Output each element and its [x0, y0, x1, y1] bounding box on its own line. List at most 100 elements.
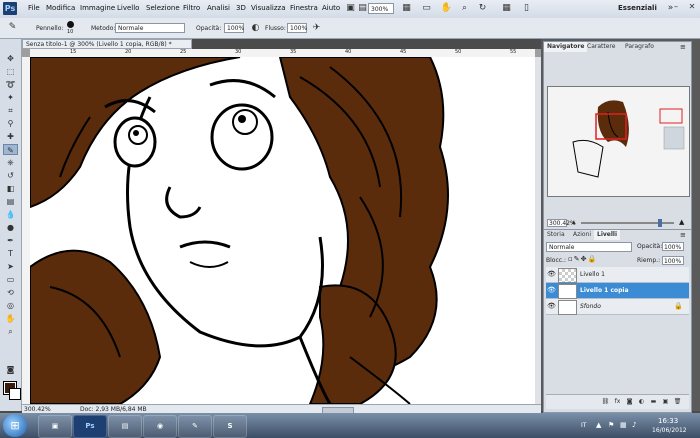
close-icon[interactable]: ✕: [684, 1, 700, 13]
background-color-swatch[interactable]: [9, 388, 21, 400]
fill-field[interactable]: 100%: [662, 256, 684, 265]
blend-mode-select[interactable]: Normale: [546, 242, 632, 252]
minimize-icon[interactable]: –: [668, 1, 684, 13]
layer-style-icon[interactable]: fx: [613, 397, 622, 406]
quick-selection-tool-icon[interactable]: ✦: [3, 92, 18, 103]
clock-time[interactable]: 16:33: [658, 417, 678, 425]
quick-mask-icon[interactable]: ◙: [3, 364, 18, 375]
eye-icon[interactable]: 👁: [547, 270, 556, 279]
history-brush-tool-icon[interactable]: ↺: [3, 170, 18, 181]
document-icon[interactable]: ▯: [520, 3, 533, 14]
path-selection-tool-icon[interactable]: ➤: [3, 261, 18, 272]
gradient-tool-icon[interactable]: ▤: [3, 196, 18, 207]
new-layer-icon[interactable]: ▣: [661, 397, 670, 406]
type-tool-icon[interactable]: T: [3, 248, 18, 259]
shape-tool-icon[interactable]: ▭: [3, 274, 18, 285]
language-indicator[interactable]: IT: [581, 422, 586, 429]
add-mask-icon[interactable]: ◙: [625, 397, 634, 406]
blur-tool-icon[interactable]: 💧: [3, 209, 18, 220]
volume-icon[interactable]: ♪: [632, 421, 636, 429]
zoom-in-icon[interactable]: ▲: [679, 218, 684, 226]
menu-modifica[interactable]: Modifica: [46, 4, 75, 12]
dodge-tool-icon[interactable]: ●: [3, 222, 18, 233]
navigator-zoom-knob[interactable]: [658, 219, 662, 227]
zoom-icon[interactable]: ⌕: [458, 3, 471, 14]
skype-icon[interactable]: S: [213, 415, 247, 438]
tab-navigator[interactable]: Navigatore: [544, 42, 588, 52]
lock-icons[interactable]: ▫✎✥🔒: [568, 255, 597, 263]
menu-livello[interactable]: Livello: [117, 4, 139, 12]
brush-tool-icon[interactable]: ✎: [3, 144, 18, 155]
canvas[interactable]: [30, 57, 535, 404]
brush-preset-icon[interactable]: [67, 21, 74, 28]
opacity-field[interactable]: 100%: [224, 23, 244, 33]
pressure-opacity-icon[interactable]: ◐: [249, 23, 262, 34]
zoom-out-icon[interactable]: ▴: [572, 218, 576, 226]
tab-azioni[interactable]: Azioni: [570, 230, 594, 240]
zoom-status[interactable]: 300.42%: [24, 406, 51, 413]
crop-tool-icon[interactable]: ⌗: [3, 105, 18, 116]
eye-icon[interactable]: 👁: [547, 302, 556, 311]
layer-opacity-field[interactable]: 100%: [662, 242, 684, 251]
menu-file[interactable]: File: [28, 4, 40, 12]
adjustment-layer-icon[interactable]: ◐: [637, 397, 646, 406]
menu-immagine[interactable]: Immagine: [80, 4, 115, 12]
chrome-icon[interactable]: ◉: [143, 415, 177, 438]
mode-select[interactable]: Normale: [115, 23, 185, 33]
tab-storia[interactable]: Storia: [544, 230, 568, 240]
menu-visualizza[interactable]: Visualizza: [251, 4, 285, 12]
layer-row[interactable]: 👁 Livello 1 copia: [546, 283, 689, 299]
new-group-icon[interactable]: ▬: [649, 397, 658, 406]
panel-menu-icon[interactable]: ≡: [680, 231, 686, 239]
folder-icon[interactable]: ▤: [108, 415, 142, 438]
start-button[interactable]: ⊞: [3, 414, 27, 437]
lasso-tool-icon[interactable]: ➰: [3, 79, 18, 90]
document-tab[interactable]: Senza titolo-1 @ 300% (Livello 1 copia, …: [22, 39, 192, 49]
menu-selezione[interactable]: Selezione: [146, 4, 180, 12]
arrange-icon[interactable]: ▦: [400, 3, 413, 14]
explorer-icon[interactable]: ▣: [38, 415, 72, 438]
rotate-view-icon[interactable]: ↻: [476, 3, 489, 14]
clone-stamp-tool-icon[interactable]: ⎈: [3, 157, 18, 168]
tray-flag-icon[interactable]: ⚑: [608, 421, 614, 429]
flow-field[interactable]: 100%: [287, 23, 307, 33]
panel-menu-icon[interactable]: ≡: [680, 43, 686, 51]
menu-aiuto[interactable]: Aiuto: [322, 4, 340, 12]
healing-brush-tool-icon[interactable]: ✚: [3, 131, 18, 142]
eraser-tool-icon[interactable]: ◧: [3, 183, 18, 194]
zoom-tool-icon[interactable]: ⌕: [3, 326, 18, 337]
pen-tool-icon[interactable]: ✒: [3, 235, 18, 246]
marquee-tool-icon[interactable]: ⬚: [3, 66, 18, 77]
tab-paragrafo[interactable]: Paragrafo: [622, 42, 657, 52]
layer-row[interactable]: 👁 Livello 1: [546, 267, 689, 283]
tray-up-icon[interactable]: ▲: [596, 421, 601, 429]
3d-rotate-tool-icon[interactable]: ⟲: [3, 287, 18, 298]
airbrush-icon[interactable]: ✈: [310, 23, 323, 34]
eye-icon[interactable]: 👁: [547, 286, 556, 295]
workspace-switcher[interactable]: Essenziali: [618, 4, 657, 12]
menu-3d[interactable]: 3D: [236, 4, 246, 12]
paint-icon[interactable]: ✎: [178, 415, 212, 438]
layer-row[interactable]: 👁 Sfondo 🔒: [546, 299, 689, 315]
3d-orbit-tool-icon[interactable]: ◎: [3, 300, 18, 311]
trash-icon[interactable]: 🗑: [673, 397, 682, 406]
clock-date[interactable]: 16/06/2012: [652, 427, 687, 434]
document-size[interactable]: Doc: 2,93 MB/6,84 MB: [80, 406, 147, 413]
tab-carattere[interactable]: Carattere: [584, 42, 618, 52]
menu-filtro[interactable]: Filtro: [183, 4, 200, 12]
eyedropper-tool-icon[interactable]: ⚲: [3, 118, 18, 129]
brush-tool-icon[interactable]: ✎: [6, 22, 19, 33]
hand-tool-icon[interactable]: ✋: [3, 313, 18, 324]
grid-icon[interactable]: ▦: [500, 3, 513, 14]
hand-icon[interactable]: ✋: [440, 3, 453, 14]
navigator-zoom-field[interactable]: 300.42%: [547, 219, 576, 227]
tab-livelli[interactable]: Livelli: [594, 230, 621, 240]
network-icon[interactable]: ▦: [620, 421, 627, 429]
move-tool-icon[interactable]: ✥: [3, 53, 18, 64]
menu-finestra[interactable]: Finestra: [290, 4, 318, 12]
photoshop-taskbar-icon[interactable]: Ps: [73, 415, 107, 438]
navigator-thumbnail[interactable]: [547, 86, 690, 197]
menu-analisi[interactable]: Analisi: [207, 4, 230, 12]
zoom-select[interactable]: 300%: [368, 3, 394, 14]
link-layers-icon[interactable]: ⛓: [601, 397, 610, 406]
